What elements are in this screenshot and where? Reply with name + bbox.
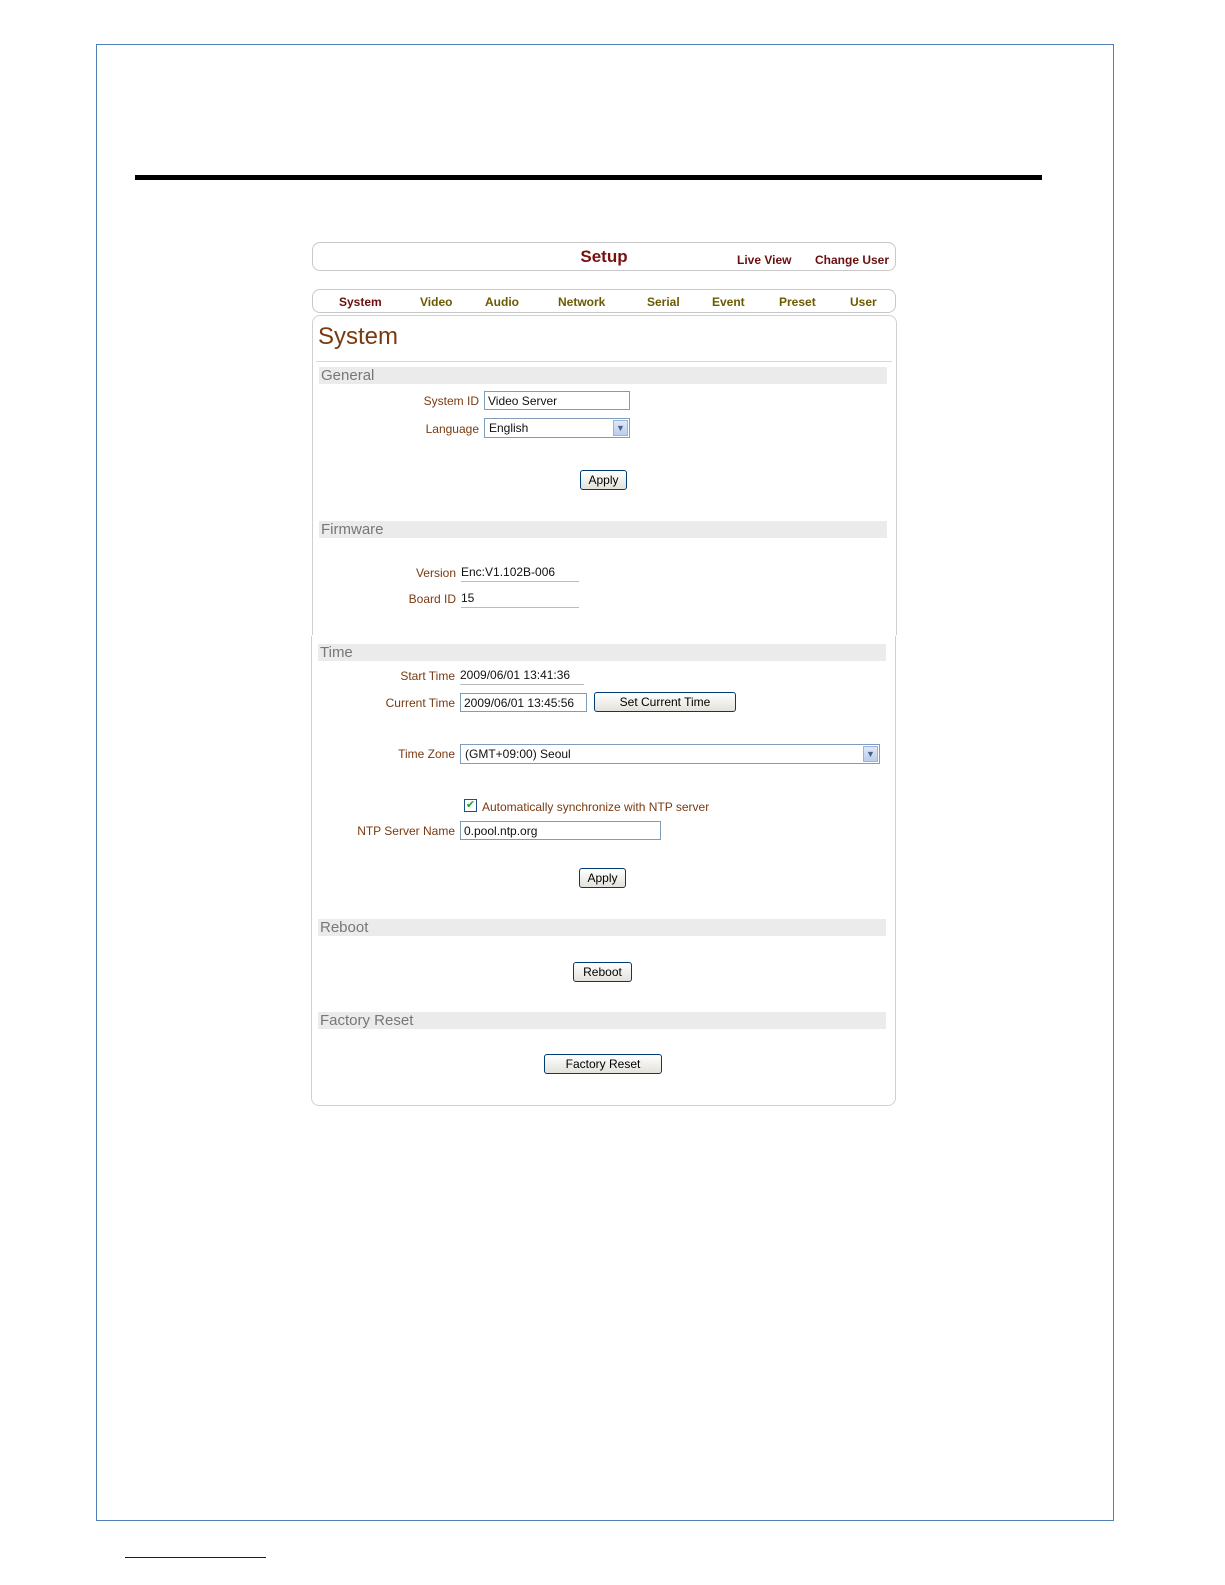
language-label: Language — [425, 422, 479, 436]
tab-network[interactable]: Network — [558, 295, 605, 309]
chevron-down-icon[interactable]: ▼ — [613, 420, 628, 436]
set-current-time-button[interactable]: Set Current Time — [594, 692, 736, 712]
setup-title: Setup — [580, 247, 628, 266]
header-rule — [135, 175, 1042, 180]
system-id-label: System ID — [423, 394, 479, 408]
change-user-link[interactable]: Change User — [815, 253, 889, 267]
live-view-link[interactable]: Live View — [737, 253, 791, 267]
section-firmware-header: Firmware — [319, 521, 887, 538]
page-title: System — [318, 323, 399, 350]
ntp-server-label: NTP Server Name — [357, 824, 455, 838]
language-select[interactable]: English ▼ — [484, 418, 630, 438]
time-zone-label: Time Zone — [398, 747, 455, 761]
language-selected-value: English — [489, 421, 529, 435]
system-id-input[interactable]: Video Server — [484, 391, 630, 410]
ntp-server-input[interactable]: 0.pool.ntp.org — [460, 821, 661, 840]
start-time-label: Start Time — [400, 669, 455, 683]
top-bar: Setup Live View Change User — [312, 242, 896, 271]
section-reboot-header: Reboot — [318, 919, 886, 936]
tab-user[interactable]: User — [850, 295, 877, 309]
reboot-button[interactable]: Reboot — [573, 962, 632, 982]
section-general-header: General — [319, 367, 887, 384]
current-time-input[interactable]: 2009/06/01 13:45:56 — [460, 693, 587, 712]
tab-audio[interactable]: Audio — [485, 295, 519, 309]
ntp-sync-label: Automatically synchronize with NTP serve… — [482, 800, 710, 814]
version-label: Version — [415, 566, 456, 580]
factory-reset-button[interactable]: Factory Reset — [544, 1054, 662, 1074]
start-time-value: 2009/06/01 13:41:36 — [460, 668, 584, 685]
tab-system[interactable]: System — [339, 295, 382, 309]
board-id-value: 15 — [461, 591, 579, 608]
footer-link-underline — [125, 1557, 266, 1558]
tab-event[interactable]: Event — [712, 295, 745, 309]
current-time-label: Current Time — [385, 696, 455, 710]
tab-video[interactable]: Video — [420, 295, 452, 309]
board-id-label: Board ID — [408, 592, 456, 606]
time-apply-button[interactable]: Apply — [579, 868, 626, 888]
tab-preset[interactable]: Preset — [779, 295, 816, 309]
section-time-header: Time — [318, 644, 886, 661]
tab-serial[interactable]: Serial — [647, 295, 680, 309]
time-zone-select[interactable]: (GMT+09:00) Seoul ▼ — [460, 744, 880, 764]
general-apply-button[interactable]: Apply — [580, 470, 627, 490]
section-factory-reset-header: Factory Reset — [318, 1012, 886, 1029]
version-value: Enc:V1.102B-006 — [461, 565, 579, 582]
tab-bar: System Video Audio Network Serial Event … — [312, 289, 896, 313]
chevron-down-icon[interactable]: ▼ — [863, 746, 878, 762]
ntp-sync-checkbox[interactable]: ✔ — [464, 799, 477, 812]
time-zone-selected-value: (GMT+09:00) Seoul — [465, 747, 571, 761]
title-divider — [316, 361, 892, 362]
